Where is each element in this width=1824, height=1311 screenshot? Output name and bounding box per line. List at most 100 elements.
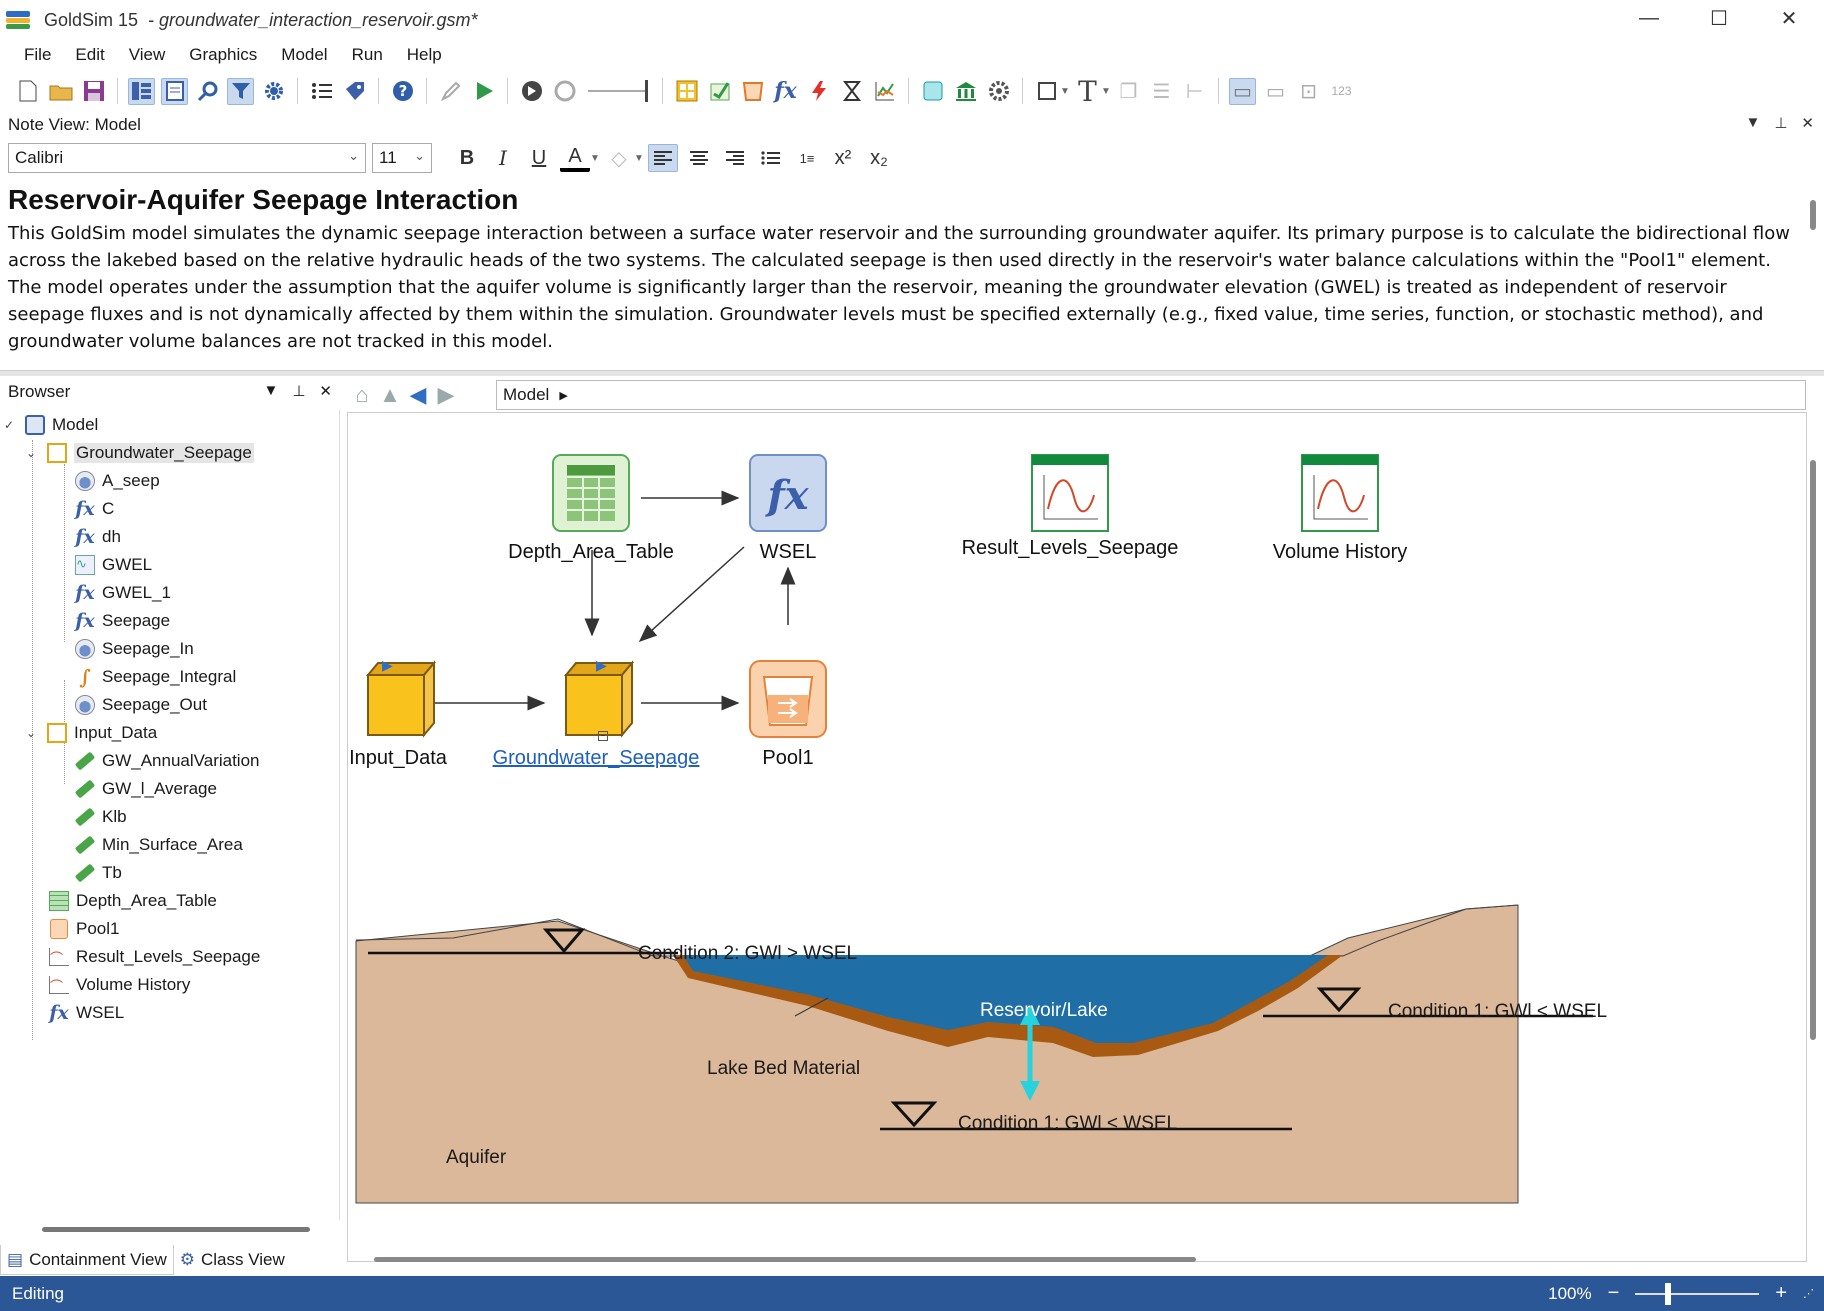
browser-toggle-icon[interactable]	[128, 77, 155, 105]
zoom-in-button[interactable]: +	[1775, 1282, 1787, 1305]
node-input-data[interactable]: Input_Data	[338, 659, 458, 770]
tag-icon[interactable]	[341, 78, 368, 105]
path-chevron-icon[interactable]: ▶	[559, 389, 567, 402]
save-icon[interactable]	[80, 78, 107, 105]
container-icon[interactable]	[673, 78, 700, 105]
settings-icon[interactable]	[985, 78, 1012, 105]
tab-class-view[interactable]: ⚙ Class View	[174, 1245, 291, 1275]
menu-help[interactable]: Help	[395, 45, 454, 65]
tree-item-volume-history[interactable]: ⌒ Volume History	[48, 972, 190, 998]
italic-icon[interactable]: I	[488, 144, 518, 172]
node-pool1[interactable]: Pool1	[748, 659, 828, 770]
step-icon[interactable]	[518, 78, 545, 105]
node-depth-area-table[interactable]: Depth_Area_Table	[508, 453, 674, 564]
zoom-slider-thumb[interactable]	[1665, 1282, 1672, 1305]
resize-grip-icon[interactable]: ⋰	[1803, 1287, 1814, 1300]
list-icon[interactable]	[308, 78, 335, 105]
maximize-button[interactable]: ☐	[1684, 0, 1754, 36]
chevron-down-icon[interactable]: ⌄	[26, 726, 40, 740]
timer-icon[interactable]	[838, 78, 865, 105]
help-icon[interactable]: ?	[389, 78, 416, 105]
reset-icon[interactable]	[551, 78, 578, 105]
tree-item-seepage-in[interactable]: Seepage_In	[74, 636, 194, 662]
find-icon[interactable]	[194, 78, 221, 105]
time-slider[interactable]	[588, 80, 648, 102]
tree-item-wsel[interactable]: fx WSEL	[48, 1000, 124, 1026]
library-icon[interactable]	[952, 78, 979, 105]
filter-icon[interactable]	[227, 77, 254, 105]
zoom-out-button[interactable]: −	[1608, 1282, 1620, 1305]
tree-item-seepage[interactable]: fx Seepage	[74, 608, 170, 634]
tree-item-seepage-integral[interactable]: ∫ Seepage_Integral	[74, 664, 236, 690]
tab-containment-view[interactable]: ▤ Containment View	[0, 1245, 174, 1275]
node-groundwater-seepage[interactable]: Groundwater_Seepage	[493, 659, 699, 770]
pool-icon[interactable]	[739, 78, 766, 105]
font-color-icon[interactable]: A	[560, 144, 590, 172]
note-icon[interactable]	[161, 77, 188, 105]
tree-item-seepage-out[interactable]: Seepage_Out	[74, 692, 207, 718]
minimize-button[interactable]: —	[1614, 0, 1684, 36]
menu-model[interactable]: Model	[269, 45, 339, 65]
font-size-select[interactable]: 11 ⌄	[372, 143, 432, 173]
database-icon[interactable]	[919, 78, 946, 105]
browser-dropdown-icon[interactable]: ▼	[263, 382, 278, 400]
align-right-icon[interactable]	[720, 144, 750, 172]
subscript-icon[interactable]: x₂	[864, 144, 894, 172]
highlight-dropdown-icon[interactable]: ▼	[634, 153, 644, 164]
tree-item-gw-annualvariation[interactable]: GW_AnnualVariation	[74, 748, 260, 774]
graphics-frame-icon[interactable]	[1033, 78, 1060, 105]
edit-mode-icon[interactable]	[437, 78, 464, 105]
tree-item-gwel-1[interactable]: fx GWEL_1	[74, 580, 171, 606]
tree-item-model[interactable]: ✓ Model	[4, 412, 98, 438]
open-folder-icon[interactable]	[47, 78, 74, 105]
note-view-dropdown-icon[interactable]: ▼	[1745, 114, 1760, 132]
align-left-icon[interactable]	[648, 144, 678, 172]
zoom-slider[interactable]	[1635, 1282, 1760, 1305]
tree-item-result-levels-seepage[interactable]: ⌒ Result_Levels_Seepage	[48, 944, 260, 970]
expand-icon[interactable]: ✓	[4, 418, 18, 432]
container-path[interactable]: Model ▶	[496, 380, 1806, 410]
canvas-hscrollbar[interactable]	[374, 1257, 1196, 1262]
tree-item-a-seep[interactable]: A_seep	[74, 468, 160, 494]
tree-item-tb[interactable]: Tb	[74, 860, 122, 886]
container-collapse-icon[interactable]: −	[598, 731, 608, 741]
graphics-frame-dropdown-icon[interactable]: ▼	[1060, 86, 1070, 97]
bullet-list-icon[interactable]	[756, 144, 786, 172]
tree-item-c[interactable]: fx C	[74, 496, 114, 522]
container-expand-marker-icon[interactable]: ▶	[596, 657, 607, 674]
view-mode-icon[interactable]: ▭	[1229, 77, 1256, 105]
node-result-levels-seepage[interactable]: Result_Levels_Seepage	[962, 453, 1178, 560]
pane-splitter[interactable]	[0, 370, 1824, 376]
data-icon[interactable]	[706, 78, 733, 105]
browser-hscrollbar[interactable]	[42, 1227, 310, 1232]
path-model[interactable]: Model	[503, 385, 549, 405]
tree-item-input-data[interactable]: ⌄ Input_Data	[26, 720, 157, 746]
menu-graphics[interactable]: Graphics	[177, 45, 269, 65]
chevron-down-icon[interactable]: ⌄	[26, 446, 40, 460]
note-content[interactable]: Reservoir-Aquifer Seepage Interaction Th…	[0, 178, 1808, 368]
options-gear-icon[interactable]	[260, 78, 287, 105]
note-view-close-icon[interactable]: ✕	[1801, 114, 1814, 132]
tree-item-gwel[interactable]: ∿ GWEL	[74, 552, 152, 578]
new-file-icon[interactable]	[14, 78, 41, 105]
run-icon[interactable]	[470, 78, 497, 105]
tree-item-min-surface-area[interactable]: Min_Surface_Area	[74, 832, 243, 858]
tree-item-depth-area-table[interactable]: Depth_Area_Table	[48, 888, 217, 914]
forward-arrow-icon[interactable]: ▶	[432, 381, 460, 409]
tree-item-dh[interactable]: fx dh	[74, 524, 121, 550]
note-view-pin-icon[interactable]: ⊥	[1774, 114, 1787, 132]
function-icon[interactable]: fx	[772, 78, 799, 105]
bold-icon[interactable]: B	[452, 144, 482, 172]
font-color-dropdown-icon[interactable]: ▼	[590, 153, 600, 164]
browser-pin-icon[interactable]: ⊥	[292, 382, 305, 400]
graphics-canvas[interactable]: Depth_Area_Table fx WSEL Result_Levels_S…	[347, 412, 1807, 1262]
superscript-icon[interactable]: x²	[828, 144, 858, 172]
back-arrow-icon[interactable]: ◀	[404, 381, 432, 409]
tree-item-groundwater-seepage[interactable]: ⌄ Groundwater_Seepage	[26, 440, 254, 466]
menu-edit[interactable]: Edit	[63, 45, 116, 65]
home-icon[interactable]: ⌂	[348, 381, 376, 409]
node-wsel[interactable]: fx WSEL	[738, 453, 838, 564]
result-icon[interactable]	[871, 78, 898, 105]
event-icon[interactable]	[805, 78, 832, 105]
tree-item-pool1[interactable]: Pool1	[48, 916, 119, 942]
